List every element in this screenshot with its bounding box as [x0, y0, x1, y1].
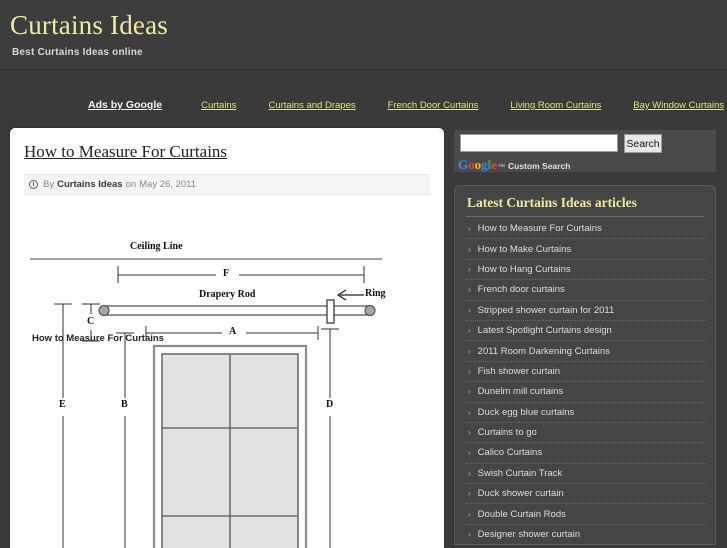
chevron-right-icon: › — [468, 224, 471, 234]
list-item[interactable]: › 2011 Room Darkening Curtains — [466, 341, 706, 362]
list-item-label: Stripped shower curtain for 2011 — [477, 304, 615, 316]
list-item-label: How to Make Curtains — [477, 243, 572, 255]
chevron-right-icon: › — [468, 326, 471, 336]
ad-link-bay-window-curtains[interactable]: Bay Window Curtains — [633, 100, 724, 111]
google-letter-g: G — [458, 157, 469, 172]
trademark-symbol: ™ — [498, 164, 506, 171]
search-input[interactable] — [460, 134, 618, 152]
chevron-right-icon: › — [468, 489, 471, 499]
list-item-label: Double Curtain Rods — [477, 508, 566, 520]
label-c: C — [87, 316, 95, 327]
chevron-right-icon: › — [468, 244, 471, 254]
widget-title: Latest Curtains Ideas articles — [467, 195, 637, 210]
list-item-label: Dunelm mill curtains — [477, 386, 564, 398]
google-letter-e: e — [491, 157, 498, 172]
chevron-right-icon: › — [468, 285, 471, 295]
site-tagline: Best Curtains Ideas online — [12, 47, 143, 58]
google-custom-search-brand: G o o g l e ™ Custom Search — [458, 158, 570, 171]
list-item-label: How to Measure For Curtains — [477, 223, 602, 235]
article-list: › How to Measure For Curtains › How to Mak… — [466, 219, 706, 544]
list-item-label: Latest Spotlight Curtains design — [477, 325, 612, 337]
post-byline: By Curtains Ideas on May 26, 2011 — [24, 174, 430, 195]
chevron-right-icon: › — [468, 428, 471, 438]
chevron-right-icon: › — [468, 387, 471, 397]
ad-link-french-door-curtains[interactable]: French Door Curtains — [388, 100, 479, 111]
chevron-right-icon: › — [468, 468, 471, 478]
chevron-right-icon: › — [468, 366, 471, 376]
label-ring: Ring — [365, 288, 386, 299]
list-item-label: 2011 Room Darkening Curtains — [477, 345, 611, 357]
list-item[interactable]: › Duck egg blue curtains — [466, 403, 706, 423]
label-f: F — [223, 268, 230, 279]
list-item[interactable]: › Swish Curtain Track — [466, 464, 706, 485]
list-item-label: Duck shower curtain — [477, 488, 564, 500]
list-item-label: Designer shower curtain — [477, 529, 581, 541]
diagram-svg — [30, 258, 382, 548]
list-item-label: French door curtains — [477, 284, 565, 296]
list-item[interactable]: › Double Curtain Rods — [466, 504, 706, 525]
label-ceiling-line: Ceiling Line — [130, 241, 183, 252]
ads-nav-links: Ads by Google Curtains Curtains and Drap… — [88, 99, 724, 111]
list-item-label: Fish shower curtain — [477, 365, 561, 377]
chevron-right-icon: › — [468, 448, 471, 458]
chevron-right-icon: › — [468, 530, 471, 540]
curtain-measurement-diagram: Ceiling Line F Drapery Rod Ring C A E B … — [24, 238, 430, 548]
byline-date: May 26, 2011 — [139, 179, 197, 190]
label-b: B — [121, 399, 128, 410]
list-item[interactable]: › How to Hang Curtains — [466, 260, 706, 281]
list-item-label: Swish Curtain Track — [477, 467, 563, 479]
list-item[interactable]: › Calico Curtains — [466, 443, 706, 464]
list-item[interactable]: › Latest Spotlight Curtains design — [466, 321, 706, 342]
list-item-label: Duck egg blue curtains — [477, 406, 575, 418]
list-item[interactable]: › Curtains to go — [466, 423, 706, 444]
byline-prefix: By — [43, 179, 55, 190]
search-button[interactable]: Search — [624, 134, 662, 153]
list-item-label: Calico Curtains — [477, 447, 543, 459]
list-item-label: How to Hang Curtains — [477, 263, 571, 275]
chevron-right-icon: › — [468, 346, 471, 356]
chevron-right-icon: › — [468, 305, 471, 315]
list-item[interactable]: › How to Make Curtains — [466, 239, 706, 260]
ads-by-google-label[interactable]: Ads by Google — [88, 99, 162, 111]
list-item[interactable]: › How to Measure For Curtains — [466, 219, 706, 240]
list-item[interactable]: › Dunelm mill curtains — [466, 382, 706, 403]
widget-divider — [466, 216, 704, 217]
site-header: Curtains Ideas Best Curtains Ideas onlin… — [0, 0, 727, 70]
list-item-label: Curtains to go — [477, 427, 537, 439]
article-card: How to Measure For Curtains By Curtains … — [10, 128, 444, 548]
latest-articles-widget: Latest Curtains Ideas articles › How to M… — [454, 185, 716, 545]
clock-icon — [29, 180, 38, 189]
label-e: E — [59, 399, 66, 410]
label-drapery-rod: Drapery Rod — [199, 289, 256, 300]
list-item[interactable]: › Fish shower curtain — [466, 362, 706, 383]
list-item[interactable]: › Designer shower curtain — [466, 525, 706, 544]
label-d: D — [326, 399, 334, 410]
ad-link-curtains[interactable]: Curtains — [201, 100, 236, 111]
byline-author: Curtains Ideas — [57, 179, 123, 190]
list-item[interactable]: › French door curtains — [466, 280, 706, 301]
chevron-right-icon: › — [468, 407, 471, 417]
chevron-right-icon: › — [468, 509, 471, 519]
list-item[interactable]: › Duck shower curtain — [466, 484, 706, 505]
chevron-right-icon: › — [468, 264, 471, 274]
list-item[interactable]: › Stripped shower curtain for 2011 — [466, 301, 706, 321]
byline-mid: on — [125, 179, 137, 190]
label-a: A — [229, 326, 237, 337]
custom-search-label: Custom Search — [508, 161, 571, 171]
site-title: Curtains Ideas — [10, 10, 169, 40]
page-title[interactable]: How to Measure For Curtains — [24, 142, 227, 162]
ad-link-curtains-and-drapes[interactable]: Curtains and Drapes — [268, 100, 355, 111]
ad-link-living-room-curtains[interactable]: Living Room Curtains — [510, 100, 601, 111]
